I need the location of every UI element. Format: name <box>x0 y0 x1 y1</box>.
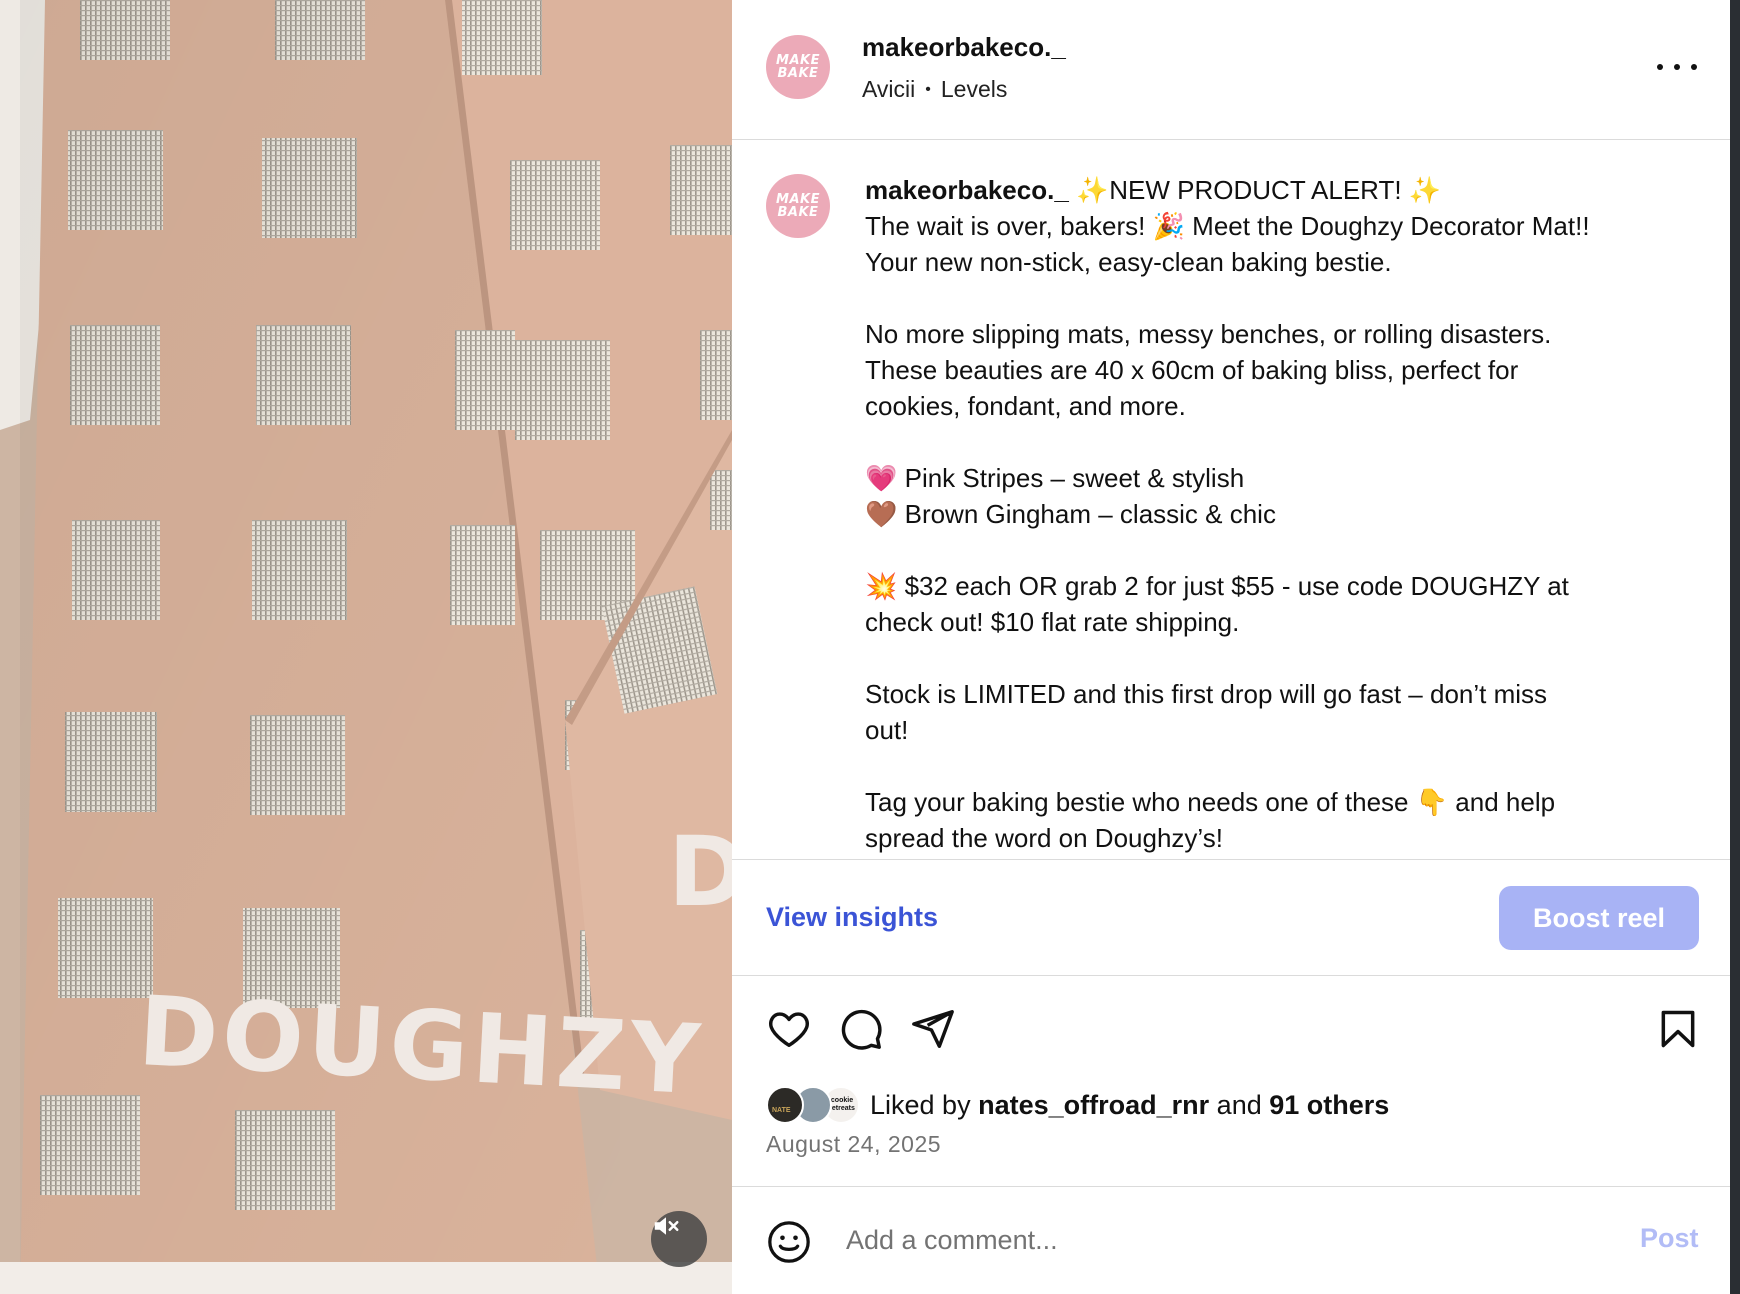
likes-others-link[interactable]: 91 others <box>1269 1090 1389 1120</box>
caption-author-avatar[interactable]: MAKE BAKE <box>766 174 830 238</box>
liker-avatar-label: NATE <box>772 1107 791 1114</box>
caption-line: 🤎 Brown Gingham – classic & chic <box>865 499 1276 529</box>
audio-artist[interactable]: Avicii <box>862 76 915 103</box>
caption-line: spread the word on Doughzy’s! <box>865 823 1223 853</box>
mute-toggle-button[interactable] <box>651 1211 707 1267</box>
caption-line: NEW PRODUCT ALERT! <box>1109 175 1402 205</box>
caption-line: Your new non-stick, easy-clean baking be… <box>865 247 1392 277</box>
likes-prefix: Liked by <box>870 1089 971 1120</box>
caption-blank <box>865 424 1695 460</box>
window-edge <box>1730 0 1740 1294</box>
sparkles-emoji: ✨ <box>1408 175 1442 205</box>
comment-input[interactable] <box>844 1217 1548 1263</box>
share-button[interactable] <box>910 1006 956 1057</box>
comment-icon <box>841 1009 882 1050</box>
caption-line: cookies, fondant, and more. <box>865 391 1186 421</box>
comment-button[interactable] <box>838 1006 884 1057</box>
caption-line: Tag your baking bestie who needs one of … <box>865 787 1556 817</box>
post-header: MAKE BAKE makeorbakeco._ Avicii • Levels <box>732 0 1730 140</box>
caption-blank <box>865 280 1695 316</box>
author-avatar[interactable]: MAKE BAKE <box>766 35 830 99</box>
smiley-icon <box>768 1221 810 1263</box>
audio-separator: • <box>925 80 931 98</box>
sparkles-emoji: ✨ <box>1076 175 1109 205</box>
svg-text:D: D <box>668 816 732 928</box>
caption-line: out! <box>865 715 909 745</box>
caption-blank <box>865 532 1695 568</box>
caption-first-line: makeorbakeco._ ✨ NEW PRODUCT ALERT! ✨ <box>865 172 1695 208</box>
liker-username[interactable]: nates_offroad_rnr <box>978 1090 1209 1120</box>
author-username[interactable]: makeorbakeco._ <box>862 32 1066 63</box>
caption-blank <box>865 748 1695 784</box>
video-frame: DOUGHZY D <box>0 0 732 1294</box>
likes-text: Liked by nates_offroad_rnr and 91 others <box>870 1090 1389 1121</box>
send-icon <box>912 1010 954 1048</box>
like-button[interactable] <box>766 1006 812 1057</box>
comment-composer: Post <box>732 1186 1730 1294</box>
caption-blank <box>865 640 1695 676</box>
more-options-button[interactable] <box>1657 52 1697 82</box>
brand-logo: MAKE BAKE <box>776 192 820 220</box>
bookmark-icon <box>1661 1010 1695 1048</box>
emoji-picker-button[interactable] <box>766 1219 812 1270</box>
insights-bar: View insights Boost reel <box>732 860 1730 976</box>
caption-line: No more slipping mats, messy benches, or… <box>865 319 1552 349</box>
caption-section: MAKE BAKE makeorbakeco._ ✨ NEW PRODUCT A… <box>732 140 1730 860</box>
save-button[interactable] <box>1656 1006 1700 1057</box>
more-horizontal-icon <box>1657 64 1663 70</box>
view-insights-link[interactable]: View insights <box>766 902 938 933</box>
caption-line: Stock is LIMITED and this first drop wil… <box>865 679 1548 709</box>
caption-line: 💥 $32 each OR grab 2 for just $55 - use … <box>865 571 1569 601</box>
heart-icon <box>769 1012 809 1048</box>
audio-track[interactable]: Levels <box>941 76 1007 103</box>
post-comment-button[interactable]: Post <box>1640 1223 1699 1254</box>
post-date[interactable]: August 24, 2025 <box>766 1131 941 1158</box>
likes-summary[interactable]: NATE cookie retreats Liked by nates_offr… <box>766 1084 1389 1126</box>
boost-reel-button[interactable]: Boost reel <box>1499 886 1699 950</box>
caption-line: These beauties are 40 x 60cm of baking b… <box>865 355 1519 385</box>
caption-line: check out! $10 flat rate shipping. <box>865 607 1240 637</box>
reel-video[interactable]: DOUGHZY D <box>0 0 732 1294</box>
post-caption: makeorbakeco._ ✨ NEW PRODUCT ALERT! ✨ Th… <box>865 172 1695 856</box>
audio-attribution[interactable]: Avicii • Levels <box>862 76 1007 103</box>
post-details-panel: MAKE BAKE makeorbakeco._ Avicii • Levels… <box>732 0 1730 1294</box>
speaker-muted-icon <box>654 1217 679 1235</box>
action-bar <box>732 976 1730 1056</box>
liker-avatar[interactable]: NATE <box>766 1086 804 1124</box>
likes-and: and <box>1216 1089 1262 1120</box>
caption-username[interactable]: makeorbakeco._ <box>865 175 1069 205</box>
caption-line: 💗 Pink Stripes – sweet & stylish <box>865 463 1245 493</box>
brand-logo: MAKE BAKE <box>776 53 820 81</box>
caption-line: The wait is over, bakers! 🎉 Meet the Dou… <box>865 211 1590 241</box>
